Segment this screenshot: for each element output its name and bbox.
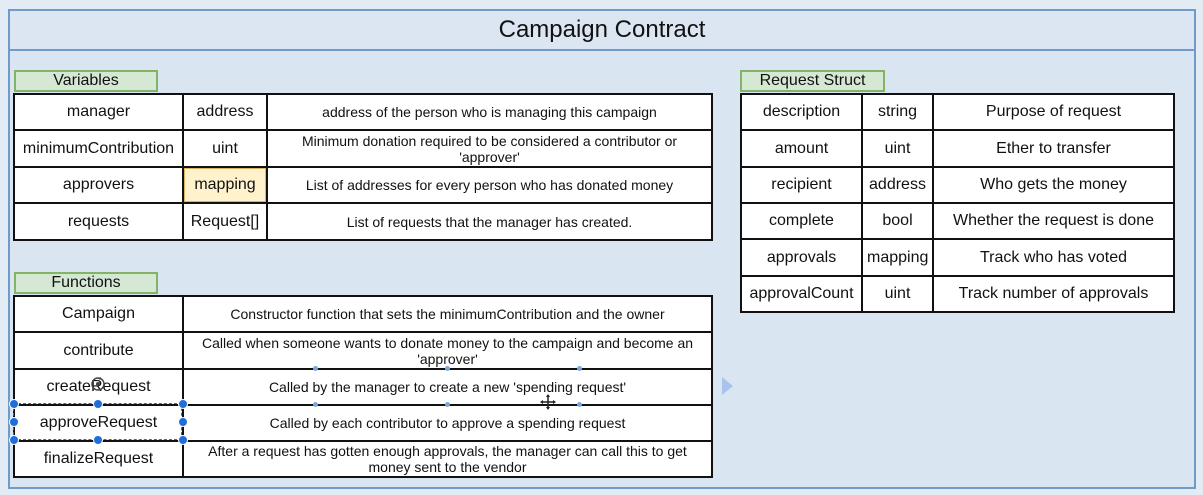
struct-field-type-cell[interactable]: address bbox=[861, 166, 934, 204]
connection-point[interactable] bbox=[445, 402, 450, 407]
function-description-cell[interactable]: Called when someone wants to donate mone… bbox=[182, 331, 713, 370]
resize-handle-e[interactable] bbox=[178, 417, 188, 427]
struct-field-type-cell[interactable]: uint bbox=[861, 275, 934, 313]
struct-field-name-cell[interactable]: description bbox=[740, 93, 863, 131]
variable-description-cell[interactable]: List of requests that the manager has cr… bbox=[266, 202, 713, 241]
function-name-cell[interactable]: finalizeRequest bbox=[13, 440, 184, 478]
resize-handle-sw[interactable] bbox=[9, 435, 19, 445]
struct-field-description-cell[interactable]: Ether to transfer bbox=[932, 129, 1175, 168]
function-name-cell[interactable]: contribute bbox=[13, 331, 184, 370]
request-struct-table: description string Purpose of request am… bbox=[740, 93, 1175, 313]
resize-handle-nw[interactable] bbox=[9, 399, 19, 409]
move-icon bbox=[540, 394, 556, 410]
connection-point[interactable] bbox=[313, 402, 318, 407]
struct-field-name-cell[interactable]: recipient bbox=[740, 166, 863, 204]
resize-handle-s[interactable] bbox=[93, 435, 103, 445]
struct-field-description-cell[interactable]: Purpose of request bbox=[932, 93, 1175, 131]
variable-type-cell-highlighted[interactable]: mapping bbox=[182, 166, 268, 204]
function-row-campaign: Campaign Constructor function that sets … bbox=[13, 295, 713, 333]
variable-description-cell[interactable]: List of addresses for every person who h… bbox=[266, 166, 713, 204]
variable-row-requests: requests Request[] List of requests that… bbox=[13, 202, 713, 241]
struct-field-name-cell[interactable]: complete bbox=[740, 202, 863, 240]
connection-point[interactable] bbox=[577, 402, 582, 407]
variable-description-cell[interactable]: address of the person who is managing th… bbox=[266, 93, 713, 131]
connection-point[interactable] bbox=[577, 366, 582, 371]
function-row-create-request: createRequest Called by the manager to c… bbox=[13, 368, 713, 406]
struct-row-amount: amount uint Ether to transfer bbox=[740, 129, 1175, 168]
resize-handle-n[interactable] bbox=[93, 399, 103, 409]
function-description-cell[interactable]: Called by the manager to create a new 's… bbox=[182, 368, 713, 406]
struct-field-type-cell[interactable]: bool bbox=[861, 202, 934, 240]
connection-point[interactable] bbox=[445, 366, 450, 371]
struct-row-complete: complete bool Whether the request is don… bbox=[740, 202, 1175, 240]
struct-field-description-cell[interactable]: Whether the request is done bbox=[932, 202, 1175, 240]
function-description-cell[interactable]: Constructor function that sets the minim… bbox=[182, 295, 713, 333]
functions-table: Campaign Constructor function that sets … bbox=[13, 295, 713, 478]
struct-row-approval-count: approvalCount uint Track number of appro… bbox=[740, 275, 1175, 313]
struct-field-name-cell[interactable]: approvals bbox=[740, 238, 863, 277]
resize-handle-w[interactable] bbox=[9, 417, 19, 427]
variables-label[interactable]: Variables bbox=[14, 70, 158, 92]
struct-field-description-cell[interactable]: Track number of approvals bbox=[932, 275, 1175, 313]
function-name-cell[interactable]: Campaign bbox=[13, 295, 184, 333]
struct-row-description: description string Purpose of request bbox=[740, 93, 1175, 131]
resize-handle-se[interactable] bbox=[178, 435, 188, 445]
variable-type-cell[interactable]: Request[] bbox=[182, 202, 268, 241]
resize-handle-ne[interactable] bbox=[178, 399, 188, 409]
variable-row-approvers: approvers mapping List of addresses for … bbox=[13, 166, 713, 204]
function-row-finalize-request: finalizeRequest After a request has gott… bbox=[13, 440, 713, 478]
struct-row-approvals: approvals mapping Track who has voted bbox=[740, 238, 1175, 277]
function-description-cell[interactable]: Called by each contributor to approve a … bbox=[182, 404, 713, 442]
struct-row-recipient: recipient address Who gets the money bbox=[740, 166, 1175, 204]
function-description-cell[interactable]: After a request has gotten enough approv… bbox=[182, 440, 713, 478]
connection-point[interactable] bbox=[313, 366, 318, 371]
variable-description-cell[interactable]: Minimum donation required to be consider… bbox=[266, 129, 713, 168]
struct-field-description-cell[interactable]: Who gets the money bbox=[932, 166, 1175, 204]
struct-field-type-cell[interactable]: string bbox=[861, 93, 934, 131]
variable-type-cell[interactable]: uint bbox=[182, 129, 268, 168]
diagram-title[interactable]: Campaign Contract bbox=[8, 9, 1196, 51]
variables-table: manager address address of the person wh… bbox=[13, 93, 713, 241]
variable-name-cell[interactable]: approvers bbox=[13, 166, 184, 204]
variable-name-cell[interactable]: requests bbox=[13, 202, 184, 241]
struct-field-type-cell[interactable]: uint bbox=[861, 129, 934, 168]
rotate-icon[interactable] bbox=[90, 376, 106, 392]
variable-name-cell[interactable]: manager bbox=[13, 93, 184, 131]
function-row-contribute: contribute Called when someone wants to … bbox=[13, 331, 713, 370]
variable-row-minimum-contribution: minimumContribution uint Minimum donatio… bbox=[13, 129, 713, 168]
variable-row-manager: manager address address of the person wh… bbox=[13, 93, 713, 131]
arrow-right-icon[interactable] bbox=[722, 377, 733, 395]
variable-name-cell[interactable]: minimumContribution bbox=[13, 129, 184, 168]
struct-field-type-cell[interactable]: mapping bbox=[861, 238, 934, 277]
functions-label[interactable]: Functions bbox=[14, 272, 158, 294]
struct-field-description-cell[interactable]: Track who has voted bbox=[932, 238, 1175, 277]
variable-type-cell[interactable]: address bbox=[182, 93, 268, 131]
struct-field-name-cell[interactable]: amount bbox=[740, 129, 863, 168]
request-struct-label[interactable]: Request Struct bbox=[740, 70, 885, 92]
struct-field-name-cell[interactable]: approvalCount bbox=[740, 275, 863, 313]
